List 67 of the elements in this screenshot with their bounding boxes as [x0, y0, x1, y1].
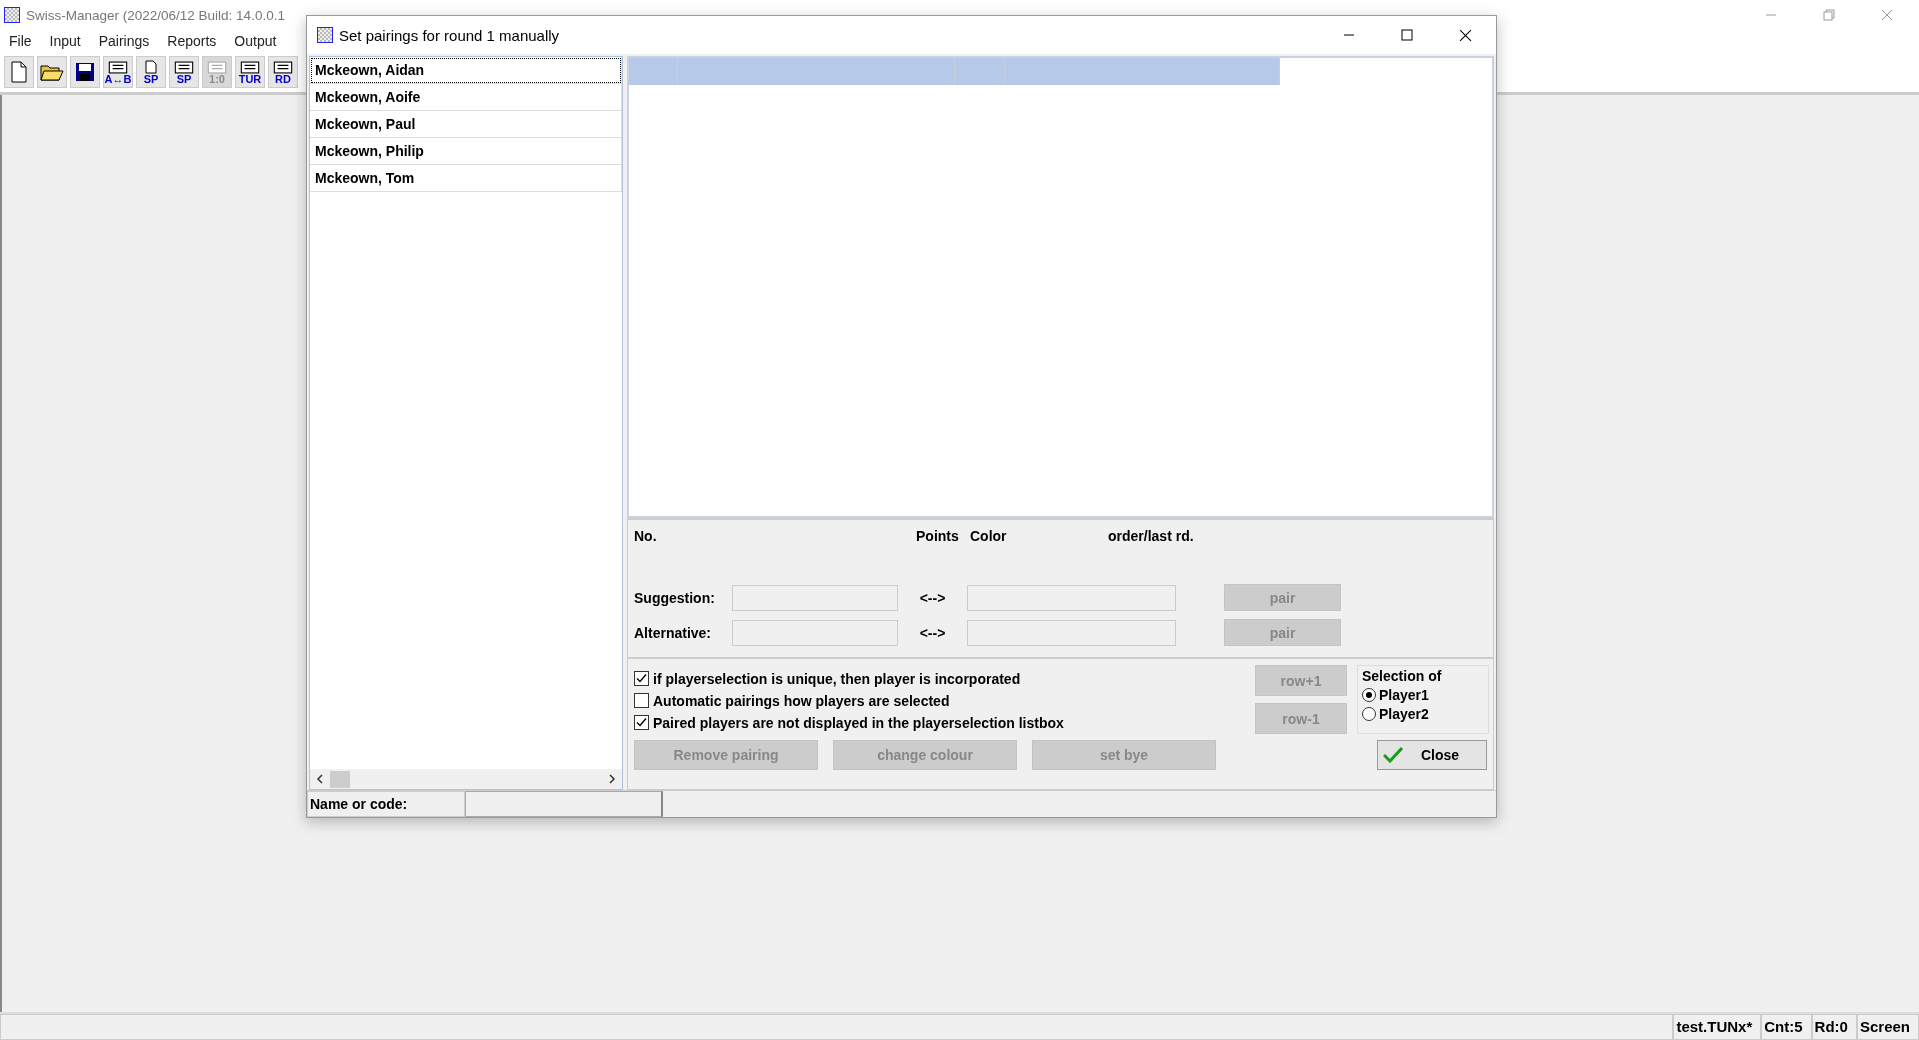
menu-item[interactable]: Output — [234, 33, 277, 49]
toolbar-button[interactable]: SP — [169, 56, 199, 88]
group-title: Selection of — [1362, 668, 1443, 684]
player-item[interactable]: Mckeown, Aoife — [310, 84, 622, 111]
player2-field[interactable] — [967, 584, 1176, 611]
radio-label: Player1 — [1379, 687, 1429, 703]
player1-field[interactable] — [732, 619, 898, 646]
pair-arrow: <--> — [918, 589, 947, 606]
sheet-icon — [207, 60, 227, 74]
menu-item[interactable]: Reports — [167, 33, 217, 49]
sheet-icon — [240, 60, 260, 74]
app-icon — [4, 7, 20, 23]
player2-field[interactable] — [967, 619, 1176, 646]
status-text: Rd:0 — [1811, 1014, 1857, 1040]
scroll-left-icon[interactable] — [316, 774, 324, 784]
player-item[interactable]: Mckeown, Tom — [310, 165, 622, 192]
field-label: Name or code: — [307, 791, 465, 817]
player-item[interactable]: Mckeown, Philip — [310, 138, 622, 165]
sheet-icon — [108, 60, 128, 74]
radio-label: Player2 — [1379, 706, 1429, 722]
maximize-icon[interactable] — [1401, 29, 1413, 41]
status-text: test.TUNx* — [1673, 1014, 1762, 1040]
pair-arrow: <--> — [918, 624, 947, 641]
file-icon — [10, 61, 28, 83]
checkbox[interactable] — [634, 693, 649, 708]
scroll-right-icon[interactable] — [608, 774, 616, 784]
toolbar-button[interactable]: TUR — [235, 56, 265, 88]
checkbox[interactable] — [634, 715, 649, 730]
open-folder-button[interactable] — [37, 56, 67, 88]
player-item[interactable]: Mckeown, Paul — [310, 111, 622, 138]
menu-item[interactable]: File — [9, 33, 32, 49]
dialog-icon — [317, 27, 333, 43]
menu-item[interactable]: Input — [49, 33, 81, 49]
player-item[interactable]: Mckeown, Aidan — [310, 57, 622, 84]
window-title: Swiss-Manager (2022/06/12 Build: 14.0.0.1 — [26, 7, 285, 23]
toolbar-button[interactable]: A↔B — [103, 56, 133, 88]
scroll-thumb[interactable] — [330, 770, 350, 788]
checkbox-label: Paired players are not displayed in the playerselection listbox — [653, 714, 1064, 731]
save-button[interactable] — [70, 56, 100, 88]
sheet-icon — [273, 60, 293, 74]
toolbar-button[interactable]: RD — [268, 56, 298, 88]
checkbox-label: if playerselection is unique, then player is incorporated — [653, 670, 1021, 687]
column-label: Color — [970, 528, 1008, 546]
radio-button[interactable] — [1362, 707, 1376, 721]
checkbox[interactable] — [634, 671, 649, 686]
checkbox-label: Automatic pairings how players are selected — [653, 692, 950, 709]
column-label: order/last rd. — [1108, 528, 1194, 546]
dialog-title: Set pairings for round 1 manually — [339, 26, 560, 44]
close-button[interactable]: Close — [1377, 740, 1487, 770]
column-label: Points — [916, 528, 960, 546]
new-file-button[interactable] — [4, 56, 34, 88]
status-text: Cnt:5 — [1761, 1014, 1812, 1040]
close-icon[interactable] — [1459, 28, 1472, 42]
horizontal-scrollbar[interactable] — [310, 769, 622, 789]
player1-field[interactable] — [732, 584, 898, 611]
status-text: Screen — [1856, 1014, 1919, 1040]
sheet-icon — [174, 60, 194, 74]
page-icon — [144, 60, 158, 74]
radio-button[interactable] — [1362, 688, 1376, 702]
field-label: Alternative: — [634, 624, 713, 641]
menu-item[interactable]: Pairings — [98, 33, 150, 49]
folder-icon — [40, 62, 64, 82]
column-label: No. — [634, 528, 658, 546]
field-label: Suggestion: — [634, 589, 716, 606]
checkmark-icon — [1383, 747, 1403, 763]
toolbar-button[interactable]: SP — [136, 56, 166, 88]
name-search-field[interactable] — [465, 791, 663, 817]
